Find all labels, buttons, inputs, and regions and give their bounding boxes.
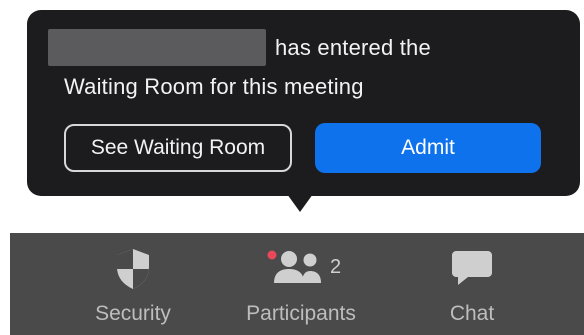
- redacted-participant-name: [48, 29, 266, 66]
- participants-label: Participants: [246, 302, 356, 325]
- chat-bubble-icon: [452, 251, 492, 285]
- see-waiting-room-button[interactable]: See Waiting Room: [64, 124, 292, 172]
- meeting-toolbar: Security Participants Chat: [10, 233, 584, 335]
- participant-count: 2: [330, 256, 342, 278]
- admit-button[interactable]: Admit: [315, 123, 541, 173]
- security-label: Security: [95, 302, 171, 325]
- notification-message-line1: has entered the: [275, 35, 431, 60]
- participants-icon: [267, 250, 321, 283]
- notification-message-line2: Waiting Room for this meeting: [64, 74, 364, 99]
- notification-dot: [267, 250, 276, 260]
- zoom-meeting-view: has entered the Waiting Room for this me…: [0, 0, 584, 335]
- popover-arrow: [287, 194, 313, 212]
- chat-label: Chat: [449, 302, 495, 325]
- toolbar-chat-button[interactable]: Chat: [420, 233, 524, 335]
- shield-icon: [117, 249, 149, 289]
- toolbar-security-button[interactable]: Security: [73, 233, 193, 335]
- toolbar-participants-button[interactable]: Participants: [236, 233, 366, 335]
